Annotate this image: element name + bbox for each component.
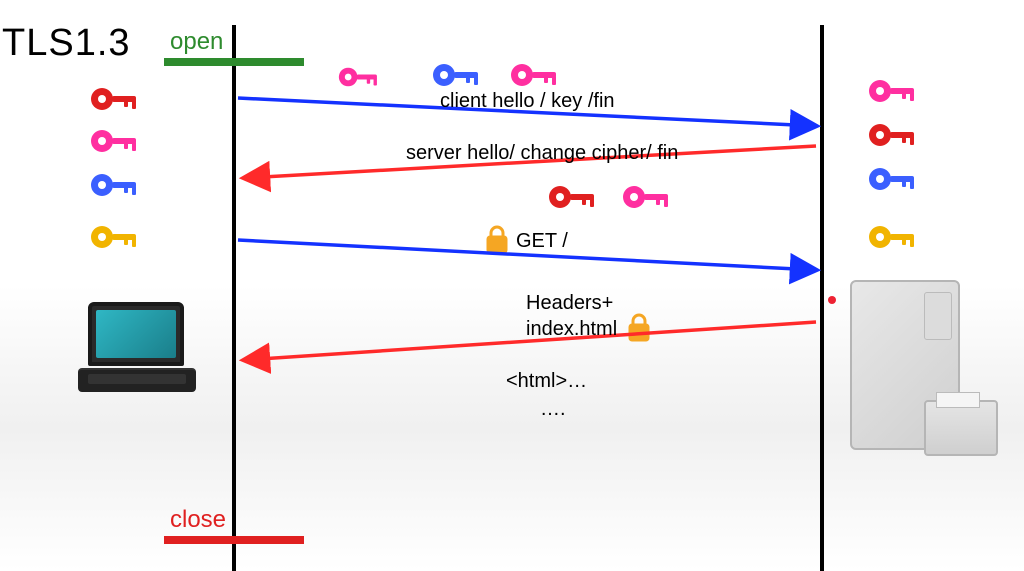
- msg-headers: Headers+: [526, 292, 613, 315]
- open-marker: [164, 58, 304, 66]
- lock-icon: [484, 224, 510, 254]
- close-label: close: [170, 506, 226, 534]
- client-timeline: [232, 25, 236, 571]
- msg-indexhtml: index.html: [526, 318, 617, 341]
- server-timeline: [820, 25, 824, 571]
- msg-server-hello: server hello/ change cipher/ fin: [406, 142, 678, 165]
- key-icon: [868, 166, 920, 192]
- key-icon: [90, 172, 142, 198]
- close-marker: [164, 536, 304, 544]
- msg-html-body: <html>…: [506, 370, 587, 393]
- key-icon: [868, 122, 920, 148]
- msg-client-hello: client hello / key /fin: [440, 90, 615, 113]
- dot-icon: [828, 296, 836, 304]
- diagram-title: TLS1.3: [2, 22, 131, 65]
- key-icon: [510, 62, 562, 88]
- key-icon: [90, 224, 142, 250]
- msg-ellipsis: ….: [540, 398, 566, 421]
- open-label: open: [170, 28, 223, 56]
- lock-icon: [626, 312, 652, 342]
- key-icon: [622, 184, 674, 210]
- server-icon: [840, 280, 1000, 480]
- key-icon: [868, 78, 920, 104]
- key-icon: [90, 128, 142, 154]
- client-laptop-icon: [78, 302, 196, 402]
- key-icon: [868, 224, 920, 250]
- key-icon: [338, 66, 382, 88]
- key-icon: [548, 184, 600, 210]
- msg-get: GET /: [516, 230, 568, 253]
- key-icon: [432, 62, 484, 88]
- key-icon: [90, 86, 142, 112]
